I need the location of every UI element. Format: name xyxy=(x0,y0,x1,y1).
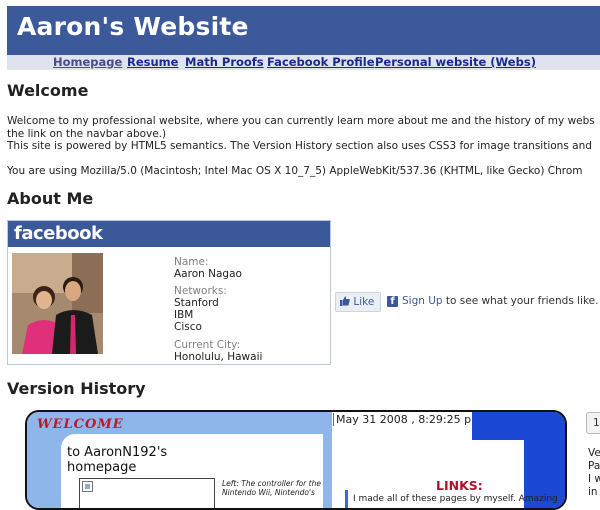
facebook-badge-bar: facebook xyxy=(8,221,330,247)
nav-link-homepage[interactable]: Homepage xyxy=(53,55,122,70)
version-text-line4: in xyxy=(588,486,598,498)
site-header: Aaron's Website xyxy=(7,6,600,55)
name-label: Name: xyxy=(174,256,209,268)
city-label: Current City: xyxy=(174,339,241,351)
welcome-text-line1: Welcome to my professional website, wher… xyxy=(7,115,595,127)
signup-link[interactable]: Sign Up xyxy=(402,295,443,307)
like-button[interactable]: Like xyxy=(335,292,381,312)
snapshot-image xyxy=(79,478,215,508)
city-value: Honolulu, Hawaii xyxy=(174,351,263,363)
snapshot-links-heading: LINKS: xyxy=(436,478,483,493)
network-cisco: Cisco xyxy=(174,321,202,333)
facebook-logo: facebook xyxy=(14,223,103,244)
snapshot-date: May 31 2008 , 8:29:25 pm xyxy=(333,413,482,426)
facebook-f-icon: f xyxy=(387,296,398,307)
snapshot-title: to AaronN192's homepage xyxy=(67,445,167,475)
snapshot-made-text: I made all of these pages by myself. Ama… xyxy=(353,494,558,504)
snapshot-link-bar xyxy=(345,490,348,508)
broken-image-icon xyxy=(82,481,93,492)
snapshot-title-line1: to AaronN192's xyxy=(67,445,168,460)
like-label: Like xyxy=(353,296,375,308)
snapshot-welcome: WELCOME xyxy=(37,417,124,432)
version-select-button[interactable]: 1 xyxy=(586,412,600,434)
about-heading: About Me xyxy=(7,189,94,208)
nav-link-facebook-profile[interactable]: Facebook Profile xyxy=(267,55,375,70)
network-ibm: IBM xyxy=(174,309,194,321)
snapshot-caption: Left: The controller for the Nintendo Wi… xyxy=(222,479,321,497)
signup-text: Sign Up to see what your friends like. xyxy=(402,295,598,307)
networks-label: Networks: xyxy=(174,285,227,297)
snapshot-title-line2: homepage xyxy=(67,460,137,475)
welcome-heading: Welcome xyxy=(7,81,89,100)
welcome-text-line3: This site is powered by HTML5 semantics.… xyxy=(7,140,592,152)
network-stanford: Stanford xyxy=(174,297,219,309)
navbar: Homepage Resume Math Proofs Facebook Pro… xyxy=(7,55,600,70)
version-history-snapshot[interactable]: WELCOME to AaronN192's homepage Left: Th… xyxy=(25,410,567,510)
profile-photo xyxy=(12,253,103,354)
version-history-heading: Version History xyxy=(7,379,146,398)
version-text-line3: I w xyxy=(588,473,600,485)
version-text-line2: Pa xyxy=(588,460,600,472)
thumbs-up-icon xyxy=(340,296,350,306)
nav-link-resume[interactable]: Resume xyxy=(127,55,178,70)
nav-link-personal-website[interactable]: Personal website (Webs) xyxy=(375,55,536,70)
version-text-line1: Ve xyxy=(588,447,600,459)
site-title: Aaron's Website xyxy=(17,12,249,41)
name-value[interactable]: Aaron Nagao xyxy=(174,268,242,280)
nav-link-math-proofs[interactable]: Math Proofs xyxy=(185,55,264,70)
signup-rest: to see what your friends like. xyxy=(442,295,599,307)
facebook-badge[interactable]: facebook Name: Aaron Nagao Networks: Sta… xyxy=(7,220,331,365)
user-agent-text: You are using Mozilla/5.0 (Macintosh; In… xyxy=(7,165,583,177)
